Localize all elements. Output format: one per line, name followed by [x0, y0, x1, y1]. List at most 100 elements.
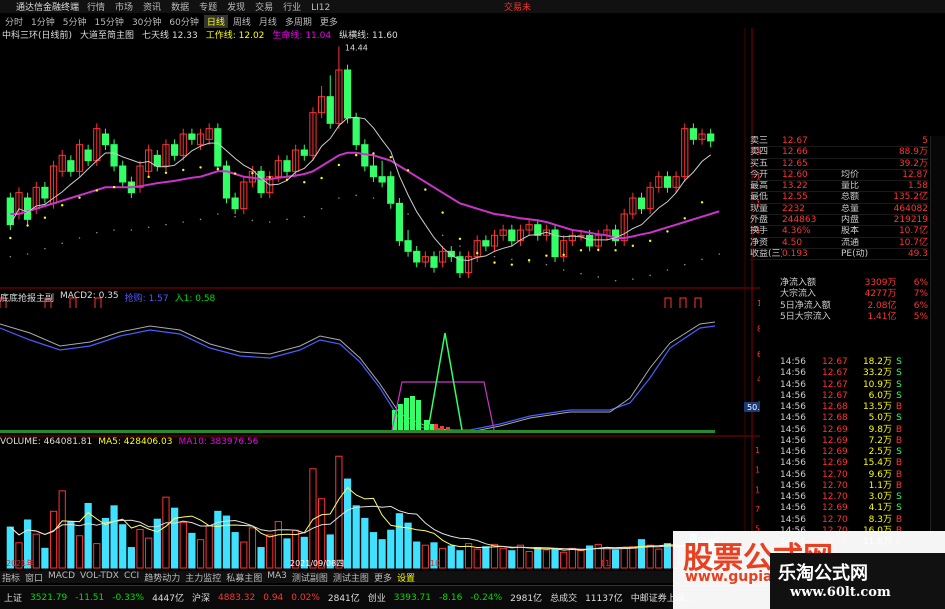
volume-bar[interactable] — [499, 547, 507, 569]
candle[interactable] — [343, 69, 352, 119]
volume-bar[interactable] — [516, 544, 525, 569]
period-tab-4[interactable]: 30分钟 — [129, 15, 164, 28]
volume-bar[interactable] — [196, 539, 205, 569]
cy-index-name[interactable]: 创业 — [368, 591, 386, 604]
candle[interactable] — [577, 234, 585, 237]
candle[interactable] — [84, 149, 92, 162]
candle[interactable] — [153, 154, 161, 167]
candle[interactable] — [231, 197, 239, 210]
candle[interactable] — [369, 165, 378, 178]
candle[interactable] — [326, 96, 334, 124]
tick-row[interactable]: 14:56 12.69 4.1万 S — [780, 503, 928, 514]
volume-bar[interactable] — [404, 522, 412, 569]
volume-bar[interactable] — [205, 524, 213, 569]
period-tab-6[interactable]: 日线 — [203, 14, 228, 28]
candle[interactable] — [689, 128, 697, 140]
candle[interactable] — [430, 256, 438, 268]
volume-bar[interactable] — [395, 513, 404, 569]
menu-item-0[interactable]: 行情 — [87, 3, 105, 13]
volume-bar[interactable] — [240, 541, 248, 569]
volume-bar[interactable] — [75, 535, 84, 569]
tick-row[interactable]: 14:56 12.70 3.0万 S — [780, 492, 928, 503]
volume-bar[interactable] — [577, 550, 585, 569]
candle[interactable] — [110, 144, 118, 167]
candle[interactable] — [586, 234, 594, 247]
tick-row[interactable]: 14:56 12.70 1.1万 B — [780, 481, 928, 492]
volume-bar[interactable] — [188, 532, 196, 569]
volume-bar[interactable] — [413, 541, 421, 569]
volume-bar[interactable] — [611, 549, 620, 569]
volume-bar[interactable] — [387, 529, 395, 569]
tick-row[interactable]: 14:56 12.67 6.0万 S — [780, 391, 928, 402]
volume-bar[interactable] — [136, 528, 144, 569]
candle[interactable] — [300, 149, 308, 156]
indicator-tab-2[interactable]: MACD — [48, 571, 75, 583]
candle[interactable] — [214, 128, 222, 167]
volume-bar[interactable] — [369, 532, 378, 569]
tick-row[interactable]: 14:56 12.67 10.9万 S — [780, 380, 928, 391]
period-tab-1[interactable]: 1分钟 — [28, 15, 58, 28]
indicator-tab-11[interactable]: 更多 — [374, 571, 392, 584]
volume-bar[interactable] — [179, 521, 187, 569]
candle[interactable] — [170, 144, 179, 156]
candle[interactable] — [257, 170, 265, 194]
period-tab-9[interactable]: 多周期 — [282, 15, 315, 28]
volume-bar[interactable] — [663, 543, 672, 569]
indicator-tab-10[interactable]: 测试主图 — [333, 571, 369, 584]
candle[interactable] — [482, 240, 490, 247]
menu-item-3[interactable]: 数据 — [171, 3, 189, 13]
volume-bar[interactable] — [170, 507, 179, 569]
volume-bar[interactable] — [629, 546, 637, 569]
candle[interactable] — [283, 160, 291, 172]
volume-bar[interactable] — [560, 551, 568, 569]
indicator-tab-9[interactable]: 测试副图 — [292, 571, 328, 584]
volume-bar[interactable] — [352, 505, 360, 569]
volume-bar[interactable] — [110, 505, 118, 569]
sz-index-name[interactable]: 沪深 — [192, 591, 210, 604]
volume-bar[interactable] — [439, 547, 447, 569]
candle[interactable] — [551, 229, 559, 258]
volume-bar[interactable] — [525, 550, 533, 569]
period-tab-2[interactable]: 5分钟 — [60, 15, 90, 28]
volume-bar[interactable] — [482, 546, 490, 569]
candle[interactable] — [101, 133, 110, 146]
candle[interactable] — [707, 133, 715, 142]
indicator-tab-8[interactable]: MA3 — [267, 571, 287, 583]
candle[interactable] — [663, 176, 672, 188]
period-tab-10[interactable]: 更多 — [317, 15, 341, 28]
menu-item-4[interactable]: 专题 — [199, 3, 217, 13]
indicator-tab-7[interactable]: 私募主图 — [226, 571, 262, 584]
indicator-tab-5[interactable]: 趋势动力 — [144, 571, 180, 584]
menu-item-5[interactable]: 发现 — [227, 3, 245, 13]
volume-bar[interactable] — [231, 532, 239, 569]
period-tab-7[interactable]: 周线 — [230, 15, 254, 28]
volume-bar[interactable] — [257, 547, 265, 569]
candle[interactable] — [395, 202, 404, 242]
tick-row[interactable]: 14:56 12.69 7.2万 B — [780, 436, 928, 447]
period-tab-5[interactable]: 60分钟 — [166, 15, 201, 28]
volume-bar[interactable] — [67, 521, 75, 569]
volume-bar[interactable] — [274, 521, 282, 569]
sh-index-name[interactable]: 上证 — [4, 591, 22, 604]
tick-row[interactable]: 14:56 12.68 5.0万 S — [780, 413, 928, 424]
candle[interactable] — [188, 133, 196, 140]
volume-value[interactable]: VOLUME: 464081.81 — [0, 437, 92, 447]
volume-bar[interactable] — [266, 534, 274, 569]
tick-row[interactable]: 14:56 12.70 9.6万 B — [780, 470, 928, 481]
menu-item-2[interactable]: 资讯 — [143, 3, 161, 13]
volume-bar[interactable] — [222, 515, 231, 569]
candle[interactable] — [352, 117, 360, 146]
volume-bar[interactable] — [93, 543, 101, 569]
tick-row[interactable]: 14:56 12.69 9.8万 B — [780, 425, 928, 436]
menu-item-7[interactable]: 行业 — [283, 3, 301, 13]
candle[interactable] — [508, 229, 516, 242]
candle[interactable] — [119, 165, 127, 183]
indicator-tab-6[interactable]: 主力监控 — [185, 571, 221, 584]
tick-row[interactable]: 14:56 12.67 33.2万 S — [780, 368, 928, 379]
volume-bar[interactable] — [317, 498, 326, 569]
volume-bar[interactable] — [343, 478, 352, 569]
volume-bar[interactable] — [542, 549, 551, 569]
volume-bar[interactable] — [655, 548, 663, 569]
volume-bar[interactable] — [58, 490, 66, 569]
tick-row[interactable]: 14:56 12.69 2.5万 S — [780, 447, 928, 458]
